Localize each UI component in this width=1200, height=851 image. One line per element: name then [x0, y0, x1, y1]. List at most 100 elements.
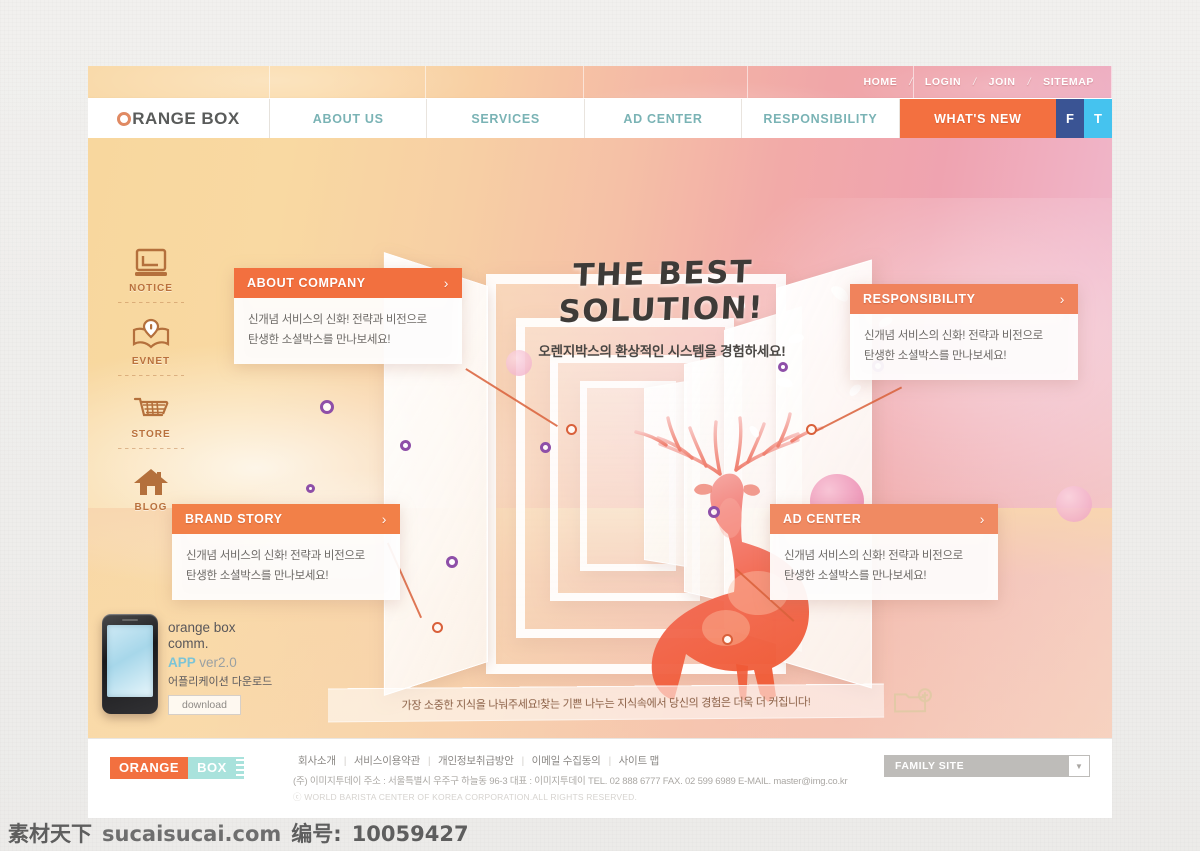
card-brand-body: 신개념 서비스의 신화! 전략과 비전으로 탄생한 소셜박스를 만나보세요! [172, 534, 400, 601]
card-responsibility-line2: 탄생한 소셜박스를 만나보세요! [864, 350, 1007, 363]
util-separator: / [1027, 76, 1032, 88]
util-separator: / [909, 76, 913, 88]
node-brand [432, 622, 443, 633]
nav-item-whats-new[interactable]: WHAT'S NEW [899, 99, 1057, 138]
card-brand-title: BRAND STORY [185, 512, 283, 526]
footer-link-separator: | [343, 755, 347, 767]
footer-link-email-consent[interactable]: 이메일 수집동의 [527, 755, 606, 767]
notice-ribbon: 가장 소중한 지식을 나눠주세요!찾는 기쁜 나누는 지식속에서 당신의 경험은… [327, 683, 932, 723]
card-about-company[interactable]: ABOUT COMPANY › 신개념 서비스의 신화! 전략과 비전으로 탄생… [234, 268, 462, 365]
site-footer: ORANGE BOX 회사소개 | 서비스이용약관 | 개인정보취급방안 | 이… [88, 738, 1112, 818]
logo-text: RANGE BOX [132, 108, 240, 128]
hero-title: THE BEST SOLUTION! [557, 254, 765, 331]
chevron-down-icon: ▼ [1069, 756, 1089, 776]
facebook-icon[interactable]: F [1056, 99, 1085, 138]
app-promo-line2: comm. [168, 635, 209, 651]
card-responsibility-line1: 신개념 서비스의 신화! 전략과 비전으로 [864, 330, 1043, 342]
app-promo-korean: 어플리케이션 다운로드 [168, 675, 273, 688]
footer-link-sitemap[interactable]: 사이트 맵 [614, 755, 665, 767]
rail-item-evnet[interactable]: EVNET [114, 313, 188, 367]
watermark-id-label: 编号: [291, 822, 342, 846]
footer-logo[interactable]: ORANGE BOX [110, 757, 244, 779]
card-responsibility[interactable]: RESPONSIBILITY › 신개념 서비스의 신화! 전략과 비전으로 탄… [850, 284, 1078, 381]
app-promo-version-line: APP ver2.0 [168, 655, 272, 670]
quick-menu-rail: NOTICE EVNET STORE BLOG [114, 240, 188, 519]
rail-divider-1 [118, 302, 184, 303]
stock-site-watermark: 素材天下 sucaisucai.com 编号: 10059427 [8, 818, 469, 848]
footer-link-separator: | [608, 755, 611, 767]
hero-headline-group: THE BEST SOLUTION! 오렌지박스의 환상적인 시스템을 경험하세… [492, 254, 832, 360]
ring-marker-6 [708, 506, 720, 518]
ring-marker-7 [778, 362, 788, 372]
card-ad-title: AD CENTER [783, 512, 862, 526]
footer-address: (주) 이미지투데이 주소 : 서울특별시 우주구 하늘동 96-3 대표 : … [293, 776, 848, 787]
ring-marker-1 [320, 400, 334, 414]
footer-links: 회사소개 | 서비스이용약관 | 개인정보취급방안 | 이메일 수집동의 | 사… [293, 753, 847, 768]
site-logo[interactable]: RANGE BOX [88, 99, 270, 138]
rail-item-notice[interactable]: NOTICE [114, 240, 188, 294]
node-adcenter [722, 634, 733, 645]
card-about-title: ABOUT COMPANY [247, 276, 366, 290]
card-responsibility-header[interactable]: RESPONSIBILITY › [850, 284, 1078, 314]
card-brand-story[interactable]: BRAND STORY › 신개념 서비스의 신화! 전략과 비전으로 탄생한 … [172, 504, 400, 601]
nav-item-about-us[interactable]: ABOUT US [270, 99, 428, 138]
footer-link-privacy[interactable]: 개인정보취급방안 [433, 755, 519, 767]
folder-add-icon[interactable] [892, 686, 932, 721]
card-ad-center[interactable]: AD CENTER › 신개념 서비스의 신화! 전략과 비전으로 탄생한 소셜… [770, 504, 998, 601]
app-label: APP [168, 654, 196, 670]
bokeh-medium-pink [1056, 486, 1092, 522]
family-site-select[interactable]: FAMILY SITE ▼ [884, 755, 1090, 777]
footer-link-separator: | [427, 755, 431, 767]
notice-ribbon-text: 가장 소중한 지식을 나눠주세요!찾는 기쁜 나누는 지식속에서 당신의 경험은… [401, 696, 811, 712]
util-link-home[interactable]: HOME [857, 74, 903, 90]
rail-label-notice: NOTICE [129, 283, 173, 294]
hero-subtitle: 오렌지박스의 환상적인 시스템을 경험하세요! [538, 344, 786, 359]
nav-item-ad-center[interactable]: AD CENTER [584, 99, 743, 138]
hero-stage: NOTICE EVNET STORE BLOG THE BEST SOLUTIO… [88, 138, 1112, 738]
util-link-login[interactable]: LOGIN [919, 74, 967, 90]
card-responsibility-title: RESPONSIBILITY [863, 292, 976, 306]
footer-logo-orange: ORANGE [110, 757, 189, 779]
footer-copyright: ⓒ WORLD BARISTA CENTER OF KOREA CORPORAT… [293, 792, 638, 802]
footer-info: 회사소개 | 서비스이용약관 | 개인정보취급방안 | 이메일 수집동의 | 사… [293, 753, 848, 803]
footer-logo-stripes [235, 757, 244, 779]
util-link-sitemap[interactable]: SITEMAP [1037, 74, 1100, 90]
card-ad-header[interactable]: AD CENTER › [770, 504, 998, 534]
footer-link-separator: | [521, 755, 524, 767]
twitter-icon[interactable]: T [1084, 99, 1112, 138]
chevron-right-icon: › [443, 275, 449, 291]
rail-item-store[interactable]: STORE [114, 386, 188, 440]
util-separator: / [973, 76, 977, 88]
rail-label-evnet: EVNET [131, 356, 171, 367]
watermark-domain: sucaisucai.com [102, 822, 282, 846]
phone-mockup [102, 614, 158, 714]
rail-divider-3 [118, 448, 184, 449]
footer-logo-box: BOX [188, 757, 236, 779]
card-about-body: 신개념 서비스의 신화! 전략과 비전으로 탄생한 소셜박스를 만나보세요! [234, 298, 462, 365]
ring-marker-5 [540, 442, 551, 453]
ring-marker-2 [400, 440, 411, 451]
card-brand-header[interactable]: BRAND STORY › [172, 504, 400, 534]
rail-label-store: STORE [131, 429, 171, 440]
ring-marker-4 [446, 556, 458, 568]
card-about-header[interactable]: ABOUT COMPANY › [234, 268, 462, 298]
ring-marker-3 [306, 484, 315, 493]
footer-link-company[interactable]: 회사소개 [293, 755, 341, 767]
footer-link-terms[interactable]: 서비스이용약관 [349, 755, 425, 767]
app-version: ver2.0 [199, 654, 237, 670]
main-navigation: RANGE BOX ABOUT US SERVICES AD CENTER RE… [88, 98, 1112, 138]
util-link-join[interactable]: JOIN [983, 74, 1022, 90]
house-icon [114, 459, 188, 497]
card-ad-line2: 탄생한 소셜박스를 만나보세요! [784, 570, 927, 583]
card-about-line1: 신개념 서비스의 신화! 전략과 비전으로 [248, 314, 427, 326]
chevron-right-icon: › [979, 511, 985, 527]
nav-item-services[interactable]: SERVICES [427, 99, 585, 138]
book-icon [114, 313, 188, 351]
watermark-brand-cn: 素材天下 [8, 822, 92, 846]
cart-icon [114, 386, 188, 424]
download-button[interactable]: download [168, 694, 241, 715]
card-responsibility-body: 신개념 서비스의 신화! 전략과 비전으로 탄생한 소셜박스를 만나보세요! [850, 314, 1078, 381]
app-promo: orange box comm. APP ver2.0 어플리케이션 다운로드 … [102, 614, 312, 718]
watermark-id-value: 10059427 [351, 822, 469, 846]
nav-item-responsibility[interactable]: RESPONSIBILITY [742, 99, 900, 138]
